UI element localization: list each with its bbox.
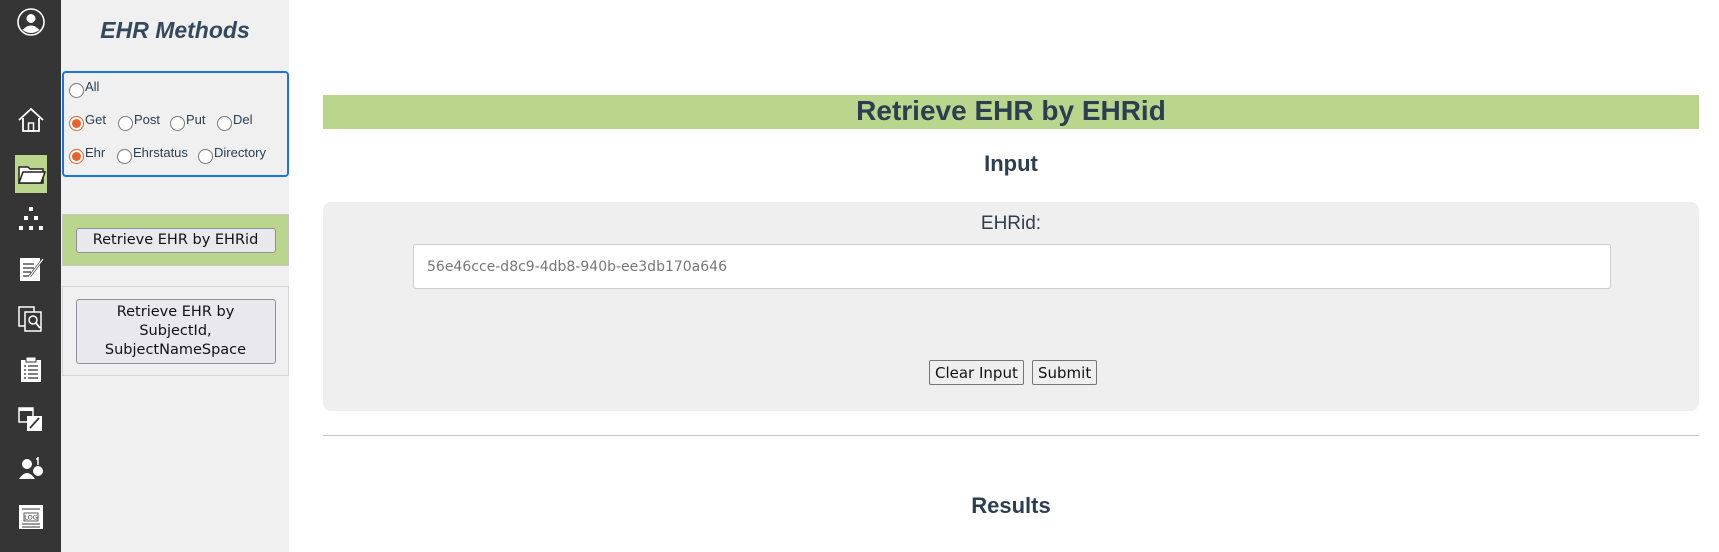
filter-ehrstatus-label: Ehrstatus xyxy=(133,145,188,160)
filter-get-radio[interactable]: Get xyxy=(69,112,106,131)
user-info-icon[interactable] xyxy=(14,451,48,485)
input-heading: Input xyxy=(984,151,1038,176)
hierarchy-icon[interactable] xyxy=(14,202,48,236)
filter-del-label: Del xyxy=(233,112,253,127)
method-card-retrieve-by-ehrid: Retrieve EHR by EHRid xyxy=(62,214,289,266)
clipboard-icon[interactable] xyxy=(14,353,48,387)
radio-get[interactable] xyxy=(69,116,84,131)
edit-document-icon[interactable] xyxy=(14,252,48,286)
ehrid-input[interactable] xyxy=(413,244,1611,289)
radio-post[interactable] xyxy=(118,116,133,131)
radio-put[interactable] xyxy=(170,116,185,131)
results-heading: Results xyxy=(971,493,1051,518)
filter-put-label: Put xyxy=(186,112,206,127)
home-icon[interactable] xyxy=(14,103,48,137)
radio-all[interactable] xyxy=(69,83,84,98)
filter-directory-radio[interactable]: Directory xyxy=(198,145,266,164)
copy-edit-icon[interactable] xyxy=(14,402,48,436)
input-panel: EHRid: Clear Input Submit xyxy=(323,202,1699,411)
user-avatar-icon[interactable] xyxy=(14,5,48,39)
ehrid-label: EHRid: xyxy=(980,213,1042,234)
search-documents-icon[interactable] xyxy=(14,302,48,336)
filter-del-radio[interactable]: Del xyxy=(217,112,253,131)
method-label-line-2: SubjectId, xyxy=(139,322,212,339)
filter-post-radio[interactable]: Post xyxy=(118,112,160,131)
sidebar-title: EHR Methods xyxy=(100,17,250,43)
method-card-retrieve-by-subject: Retrieve EHR by SubjectId, SubjectNameSp… xyxy=(62,286,289,376)
method-label-line-3: SubjectNameSpace xyxy=(104,341,247,358)
retrieve-ehr-by-ehrid-button[interactable]: Retrieve EHR by EHRid xyxy=(75,227,276,253)
filter-ehr-radio[interactable]: Ehr xyxy=(69,145,105,164)
filter-ehrstatus-radio[interactable]: Ehrstatus xyxy=(117,145,188,164)
retrieve-ehr-by-subject-button[interactable]: Retrieve EHR by SubjectId, SubjectNameSp… xyxy=(75,298,276,364)
filter-get-label: Get xyxy=(85,112,106,127)
log-icon[interactable]: LOG xyxy=(14,500,48,534)
radio-ehrstatus[interactable] xyxy=(117,149,132,164)
filter-directory-label: Directory xyxy=(214,145,267,160)
folder-icon[interactable] xyxy=(15,155,47,193)
methods-sidebar: EHR Methods All Get Post Put Del Ehr Ehr… xyxy=(61,0,289,552)
icon-rail: LOG xyxy=(0,0,61,552)
filter-put-radio[interactable]: Put xyxy=(170,112,206,131)
radio-ehr[interactable] xyxy=(69,149,84,164)
filter-post-label: Post xyxy=(134,112,161,127)
clear-input-button[interactable]: Clear Input xyxy=(929,360,1024,385)
submit-button[interactable]: Submit xyxy=(1032,360,1098,385)
page-title: Retrieve EHR by EHRid xyxy=(323,95,1699,129)
section-divider xyxy=(323,435,1699,436)
log-icon-text: LOG xyxy=(24,514,38,522)
method-label-line-1: Retrieve EHR by xyxy=(116,303,235,320)
filter-all-label: All xyxy=(85,79,100,94)
radio-directory[interactable] xyxy=(198,149,213,164)
filter-all-radio[interactable]: All xyxy=(69,79,99,98)
filter-ehr-label: Ehr xyxy=(85,145,106,160)
method-filter-group: All Get Post Put Del Ehr Ehrstatus Direc… xyxy=(62,71,289,177)
radio-del[interactable] xyxy=(217,116,232,131)
